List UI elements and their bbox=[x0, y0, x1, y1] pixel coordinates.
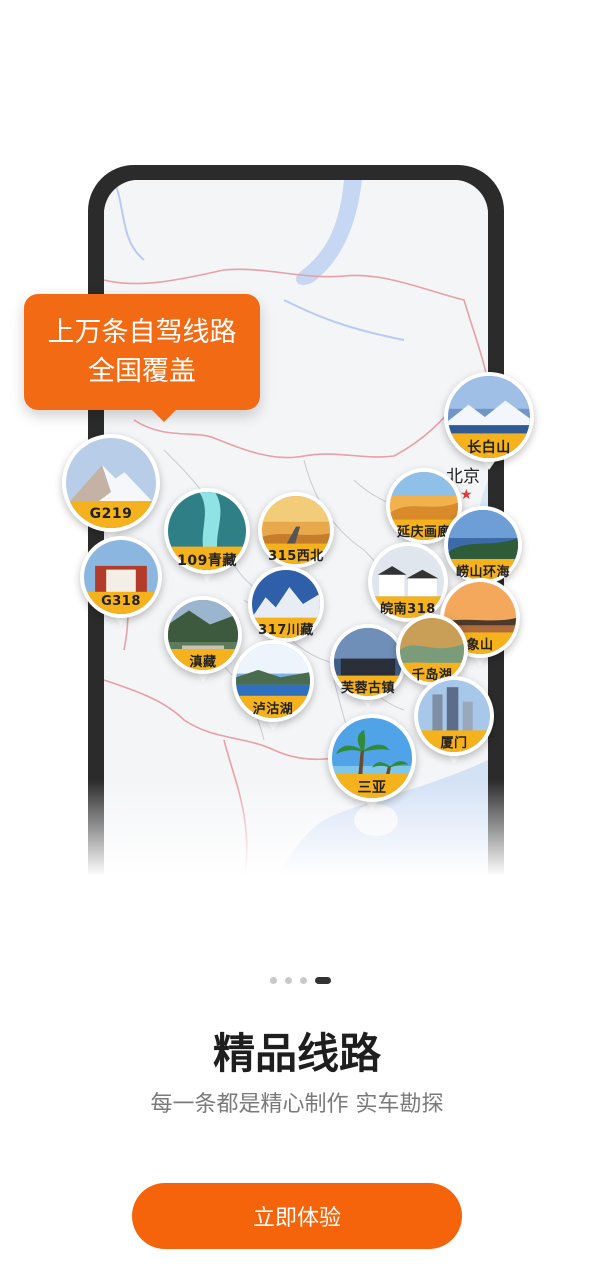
route-pin[interactable]: 芙蓉古镇 bbox=[330, 624, 406, 710]
route-pin-label: 厦门 bbox=[440, 736, 468, 751]
route-pin-label: 三亚 bbox=[357, 780, 387, 796]
callout-line-1: 上万条自驾线路 bbox=[47, 317, 237, 348]
page-dot-active bbox=[315, 977, 331, 984]
page-title: 精品线路 bbox=[212, 1029, 381, 1078]
route-pin[interactable]: G219 bbox=[62, 434, 160, 542]
route-pin-label: G318 bbox=[101, 594, 141, 609]
route-pin[interactable]: 长白山 bbox=[444, 372, 534, 472]
page-dot bbox=[285, 977, 292, 984]
route-pin[interactable]: 三亚 bbox=[328, 714, 416, 812]
route-pin[interactable]: 109青藏 bbox=[164, 488, 250, 584]
route-pin-label: 315西北 bbox=[268, 549, 324, 564]
route-pin-label: 317川藏 bbox=[258, 623, 314, 638]
route-pin[interactable]: 厦门 bbox=[414, 676, 494, 766]
route-pin-label: 滇藏 bbox=[189, 654, 217, 670]
route-pin-label: G219 bbox=[89, 505, 133, 522]
callout-line-2: 全国覆盖 bbox=[88, 356, 196, 387]
coverage-callout: 上万条自驾线路 全国覆盖 bbox=[24, 294, 260, 422]
route-pin[interactable]: 泸沽湖 bbox=[232, 640, 314, 732]
route-pin-label: 长白山 bbox=[467, 439, 511, 456]
page-dot bbox=[300, 977, 307, 984]
page-dot bbox=[270, 977, 277, 984]
route-pin-label: 芙蓉古镇 bbox=[340, 681, 395, 696]
bottom-fade bbox=[60, 780, 540, 940]
page-subtitle: 每一条都是精心制作 实车勘探 bbox=[150, 1092, 444, 1117]
route-pin[interactable]: G318 bbox=[80, 536, 162, 628]
route-pin-label: 崂山环海 bbox=[455, 564, 510, 580]
route-pin[interactable]: 滇藏 bbox=[164, 596, 242, 684]
route-pin-label: 109青藏 bbox=[177, 552, 237, 569]
try-now-button[interactable]: 立即体验 bbox=[132, 1183, 462, 1249]
route-pin-label: 泸沽湖 bbox=[252, 702, 294, 717]
